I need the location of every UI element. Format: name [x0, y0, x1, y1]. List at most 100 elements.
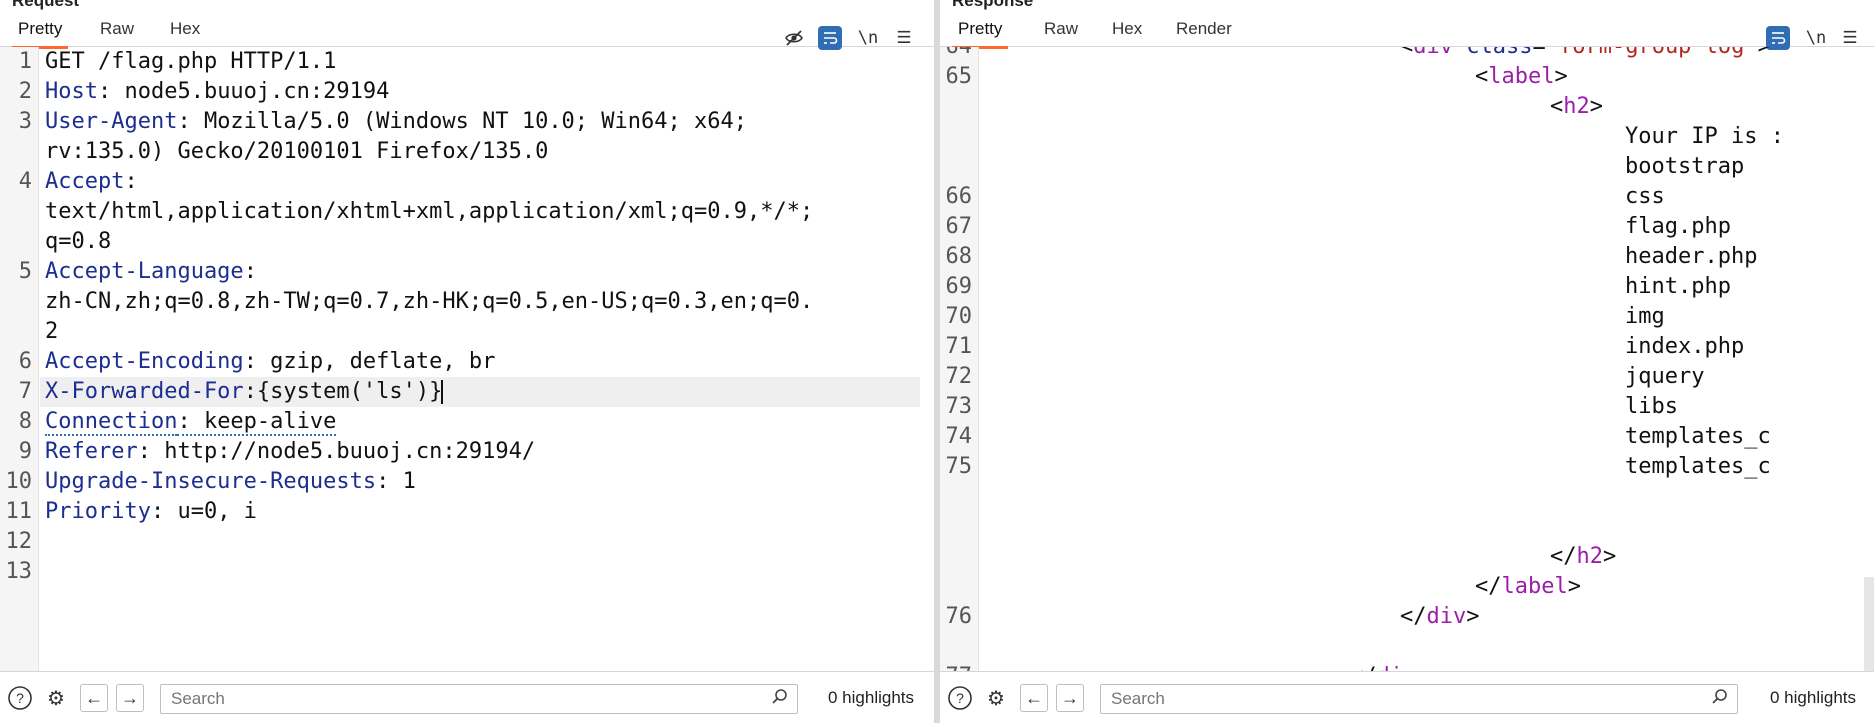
line-number: 3 [18, 109, 32, 134]
code-text: jquery [1625, 364, 1705, 389]
code-text: img [1625, 304, 1665, 329]
code-text: < [1550, 94, 1564, 119]
request-line: User-Agent: Mozilla/5.0 (Windows NT 10.0… [45, 107, 747, 137]
line-number: 69 [945, 274, 973, 299]
header-value: 2 [45, 319, 59, 344]
line-number: 9 [18, 439, 32, 464]
header-name: X-Forwarded-For [45, 379, 244, 404]
code-text: </ [1475, 574, 1502, 599]
line-number: 72 [945, 364, 973, 389]
line-number: 66 [945, 184, 973, 209]
code-text: < [1475, 64, 1489, 89]
response-line: libs [1625, 392, 1678, 422]
request-line: q=0.8 [45, 227, 111, 257]
response-line: header.php [1625, 242, 1757, 272]
request-line: text/html,application/xhtml+xml,applicat… [45, 197, 813, 227]
response-line: </di [1350, 662, 1403, 671]
header-value: : node5.buuoj.cn:29194 [97, 79, 390, 104]
response-editor[interactable]: 64<div class="form-group log">65<label><… [940, 47, 1874, 671]
response-tab-hex[interactable]: Hex [1112, 18, 1142, 46]
search-icon[interactable] [1711, 688, 1729, 711]
header-value: GET /flag.php HTTP/1.1 [45, 49, 337, 74]
request-tab-raw[interactable]: Raw [100, 18, 134, 46]
back-arrow-icon[interactable]: ← [80, 684, 108, 712]
header-value: : [124, 169, 138, 194]
response-line: flag.php [1625, 212, 1731, 242]
response-footer: ? ⚙ ← → 0 highlights [940, 671, 1874, 723]
response-scrollbar[interactable] [1864, 577, 1874, 671]
line-number: 6 [18, 349, 32, 374]
line-number: 1 [18, 49, 32, 74]
html-tag-name: label [1488, 64, 1555, 89]
request-line: Connection: keep-alive [45, 407, 337, 437]
code-text: < [1400, 47, 1413, 59]
settings-icon[interactable]: ⚙ [42, 684, 70, 712]
response-search-field[interactable] [1100, 684, 1738, 714]
line-number: 65 [945, 64, 973, 89]
header-name: Accept [45, 169, 125, 194]
response-line: index.php [1625, 332, 1744, 362]
help-icon[interactable]: ? [6, 684, 34, 712]
request-line: Upgrade-Insecure-Requests: 1 [45, 467, 416, 497]
line-number: 2 [18, 79, 32, 104]
line-number: 76 [945, 604, 973, 629]
code-text: </ [1350, 664, 1377, 671]
request-line: Referer: http://node5.buuoj.cn:29194/ [45, 437, 535, 467]
response-search-input[interactable] [1109, 687, 1654, 711]
request-line: Accept-Encoding: gzip, deflate, br [45, 347, 495, 377]
header-value: : Mozilla/5.0 (Windows NT 10.0; Win64; x… [177, 109, 747, 134]
header-value: :{system('ls')} [243, 379, 443, 404]
code-text: > [1466, 604, 1480, 629]
settings-icon[interactable]: ⚙ [982, 684, 1010, 712]
request-tab-hex[interactable]: Hex [170, 18, 200, 46]
forward-arrow-icon[interactable]: → [1056, 684, 1084, 712]
code-text: libs [1625, 394, 1678, 419]
request-title: Request [12, 0, 80, 10]
header-name: Accept-Encoding [45, 349, 244, 374]
response-tab-pretty[interactable]: Pretty [952, 18, 1009, 49]
response-tab-raw[interactable]: Raw [1044, 18, 1078, 46]
header-value: : [243, 259, 257, 284]
header-value: text/html,application/xhtml+xml,applicat… [45, 199, 814, 224]
code-text: bootstrap [1625, 154, 1745, 179]
line-number: 11 [5, 499, 33, 524]
request-search-input[interactable] [169, 687, 714, 711]
line-number: 13 [5, 559, 33, 584]
response-tab-render[interactable]: Render [1176, 18, 1232, 46]
header-name: Referer [45, 439, 138, 464]
forward-arrow-icon[interactable]: → [116, 684, 144, 712]
code-text: = [1532, 47, 1545, 59]
html-tag-name: div [1426, 604, 1467, 629]
line-number: 7 [18, 379, 32, 404]
response-line: css [1625, 182, 1665, 212]
header-name: Host [45, 79, 98, 104]
request-tab-pretty[interactable]: Pretty [12, 18, 69, 49]
line-number: 68 [945, 244, 973, 269]
line-number: 77 [940, 662, 973, 671]
response-line: <div class="form-group log"> [1400, 47, 1771, 62]
line-number: 74 [945, 424, 973, 449]
request-search-field[interactable] [160, 684, 798, 714]
code-text: templates_c [1625, 424, 1771, 449]
header-value: zh-CN,zh;q=0.8,zh-TW;q=0.7,zh-HK;q=0.5,e… [45, 289, 814, 314]
code-text: templates_c [1625, 454, 1771, 479]
response-tabbar: Pretty Raw Hex Render \n ☰ [940, 12, 1874, 50]
line-number: 10 [5, 469, 33, 494]
line-number: 70 [945, 304, 973, 329]
request-editor[interactable]: 1 GET /flag.php HTTP/1.1 2 Host: node5.buuo… [0, 47, 934, 671]
attr-name: class [1466, 47, 1532, 59]
back-arrow-icon[interactable]: ← [1020, 684, 1048, 712]
request-pane: Request Pretty Raw Hex \n ☰ 1 GET /flag.p… [0, 0, 934, 723]
response-line: jquery [1625, 362, 1704, 392]
svg-text:?: ? [16, 690, 24, 706]
request-line: 2 [45, 317, 58, 347]
response-line: </h2> [1550, 542, 1616, 572]
help-icon[interactable]: ? [946, 684, 974, 712]
code-text: > [1758, 47, 1771, 59]
search-icon[interactable] [771, 688, 789, 711]
response-line: </label> [1475, 572, 1581, 602]
header-value: : 1 [376, 469, 416, 494]
header-value: : gzip, deflate, br [243, 349, 496, 374]
html-tag-name: label [1501, 574, 1568, 599]
